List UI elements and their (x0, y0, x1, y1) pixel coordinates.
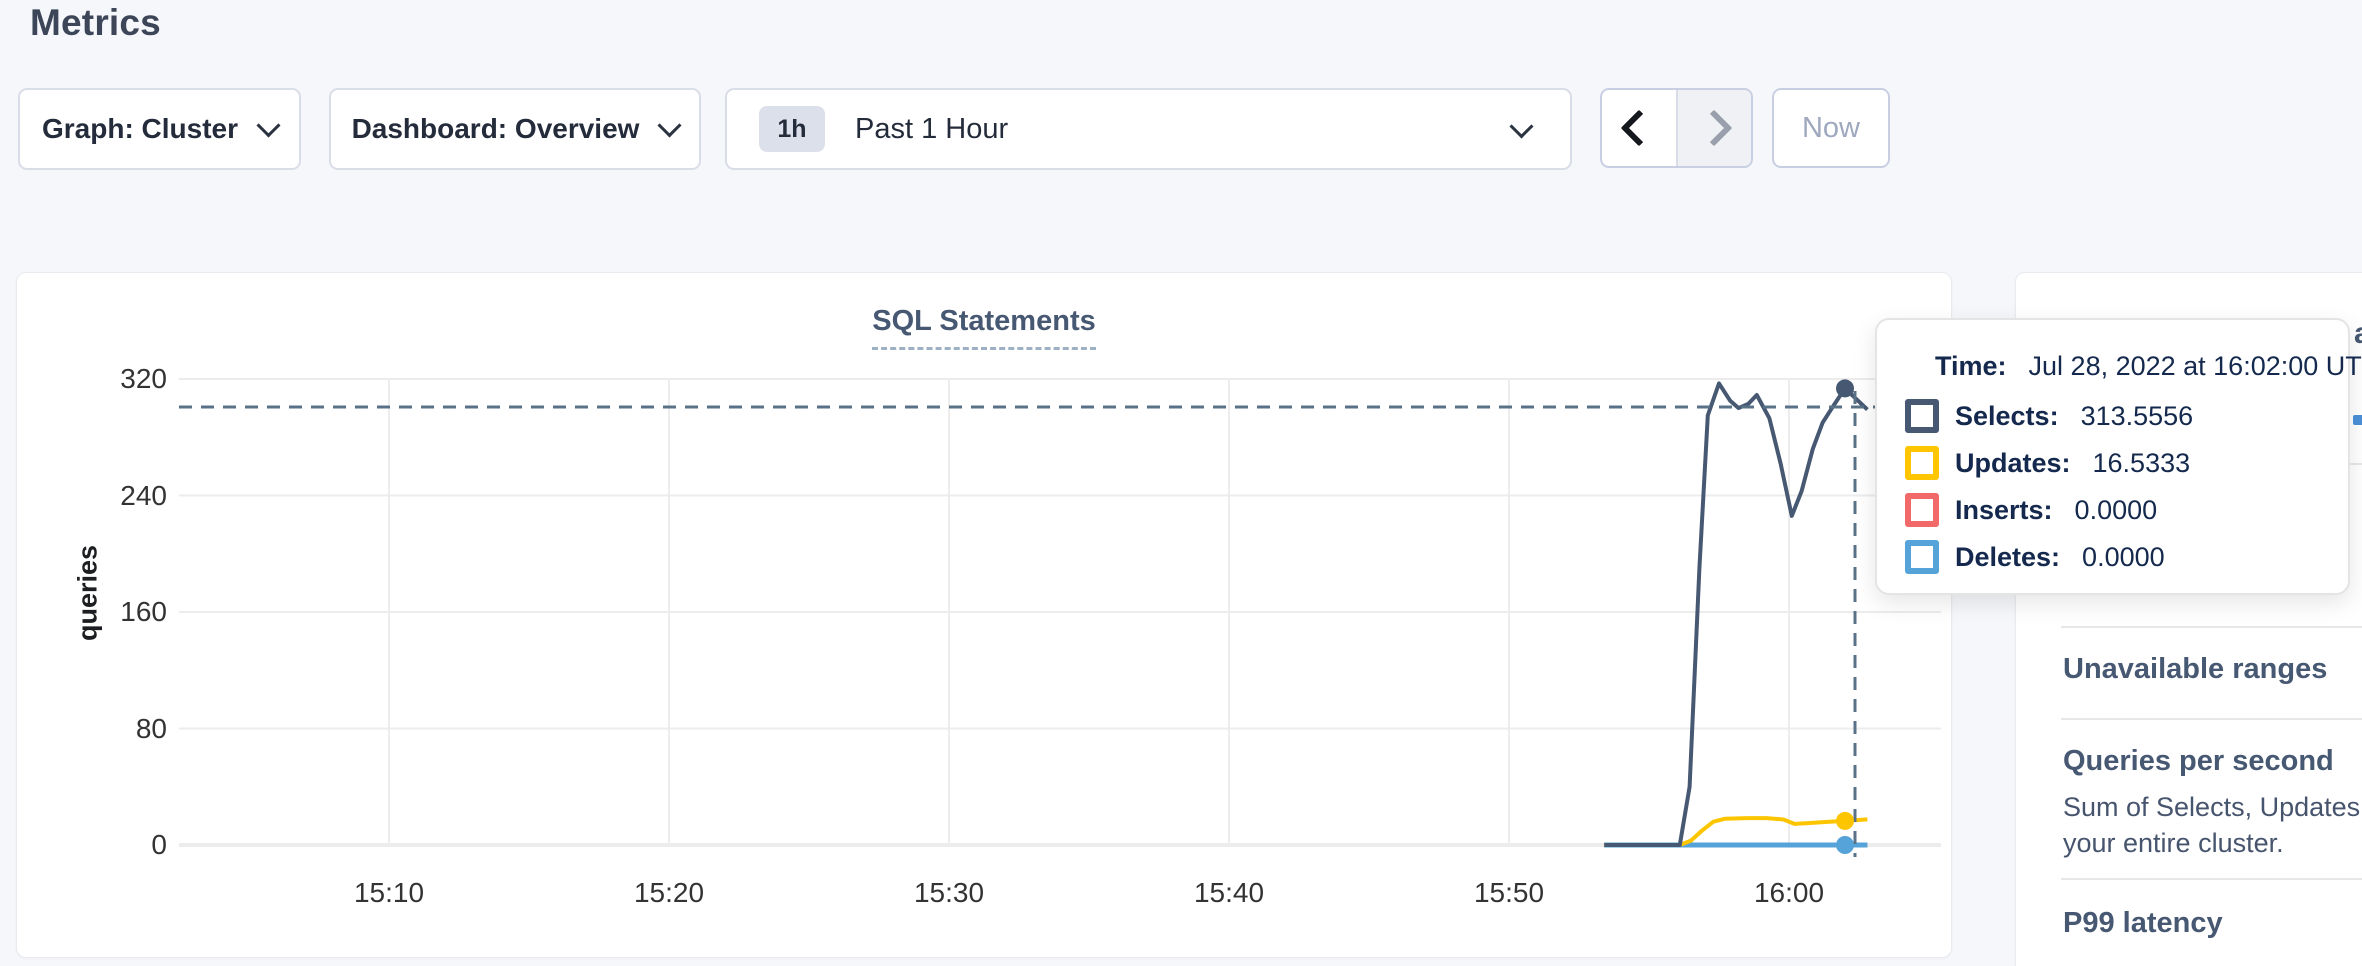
now-button[interactable]: Now (1772, 88, 1890, 168)
tooltip-deletes-label: Deletes: (1955, 542, 2060, 573)
x-tick-label: 15:30 (869, 877, 1029, 909)
updates-line (1604, 818, 1867, 845)
hover-tooltip: Time: Jul 28, 2022 at 16:02:00 UTC Selec… (1875, 318, 2350, 595)
tooltip-inserts-value: 0.0000 (2075, 495, 2158, 526)
x-tick-label: 15:50 (1429, 877, 1589, 909)
tooltip-deletes-value: 0.0000 (2082, 542, 2165, 573)
x-tick-label: 15:40 (1149, 877, 1309, 909)
tooltip-inserts-label: Inserts: (1955, 495, 2053, 526)
time-range-badge: 1h (759, 106, 825, 152)
tooltip-updates-row: Updates: 16.5333 (1905, 445, 2190, 481)
tooltip-selects-value: 313.5556 (2081, 401, 2194, 432)
time-window-arrows (1600, 88, 1753, 168)
y-tick-label: 320 (47, 363, 167, 395)
prev-time-window-button[interactable] (1602, 90, 1676, 166)
deletes-hover-dot (1836, 836, 1854, 854)
page-title: Metrics (30, 2, 161, 44)
x-tick-label: 15:10 (309, 877, 469, 909)
graph-dropdown[interactable]: Graph: Cluster (18, 88, 301, 170)
graph-dropdown-label: Graph: Cluster (42, 113, 238, 145)
chevron-down-icon (256, 113, 280, 137)
chart-title[interactable]: SQL Statements (872, 305, 1095, 350)
chevron-down-icon (1509, 114, 1533, 138)
tooltip-updates-label: Updates: (1955, 448, 2071, 479)
divider (2061, 718, 2362, 720)
y-tick-label: 0 (47, 829, 167, 861)
tooltip-deletes-row: Deletes: 0.0000 (1905, 539, 2165, 575)
chart-title-wrap: SQL Statements (17, 305, 1951, 350)
x-tick-label: 16:00 (1709, 877, 1869, 909)
dashboard-dropdown[interactable]: Dashboard: Overview (329, 88, 701, 170)
inserts-swatch-icon (1905, 493, 1939, 527)
chevron-right-icon (1696, 110, 1733, 147)
y-tick-label: 160 (47, 596, 167, 628)
next-time-window-button[interactable] (1676, 90, 1752, 166)
chevron-down-icon (658, 113, 682, 137)
chart-card: SQL Statements queries 080160240320 15:1… (16, 272, 1952, 958)
y-tick-label: 80 (47, 713, 167, 745)
y-tick-label: 240 (47, 480, 167, 512)
queries-per-second-description-line2: your entire cluster. (2063, 825, 2284, 861)
selects-swatch-icon (1905, 399, 1939, 433)
sidebar-item-unavailable-ranges: Unavailable ranges (2063, 653, 2327, 686)
tooltip-selects-row: Selects: 313.5556 (1905, 398, 2193, 434)
selects-line (1604, 383, 1867, 845)
metrics-page: Metrics Graph: Cluster Dashboard: Overvi… (0, 0, 2362, 966)
sidebar-item-p99-latency: P99 latency (2063, 907, 2223, 940)
divider (2061, 878, 2362, 880)
chevron-left-icon (1620, 110, 1657, 147)
dashboard-dropdown-label: Dashboard: Overview (352, 113, 640, 145)
sidebar-item-queries-per-second: Queries per second (2063, 745, 2334, 778)
tooltip-time-value: Jul 28, 2022 at 16:02:00 UTC (2029, 351, 2362, 382)
sql-statements-chart (179, 379, 1941, 845)
tooltip-time-label: Time: (1935, 351, 2007, 382)
divider (2061, 626, 2362, 628)
queries-per-second-description-line1: Sum of Selects, Updates, Inser (2063, 789, 2362, 825)
tooltip-selects-label: Selects: (1955, 401, 2059, 432)
time-range-label: Past 1 Hour (855, 113, 1008, 146)
partial-link-fragment (2353, 415, 2362, 425)
time-range-selector[interactable]: 1h Past 1 Hour (725, 88, 1572, 170)
partial-heading-fragment: a (2354, 317, 2362, 351)
deletes-swatch-icon (1905, 540, 1939, 574)
x-tick-label: 15:20 (589, 877, 749, 909)
updates-swatch-icon (1905, 446, 1939, 480)
updates-hover-dot (1836, 812, 1854, 830)
plot-area[interactable] (179, 379, 1941, 845)
tooltip-time-row: Time: Jul 28, 2022 at 16:02:00 UTC (1935, 348, 2362, 384)
tooltip-inserts-row: Inserts: 0.0000 (1905, 492, 2157, 528)
tooltip-updates-value: 16.5333 (2093, 448, 2191, 479)
selects-hover-dot (1836, 379, 1854, 397)
